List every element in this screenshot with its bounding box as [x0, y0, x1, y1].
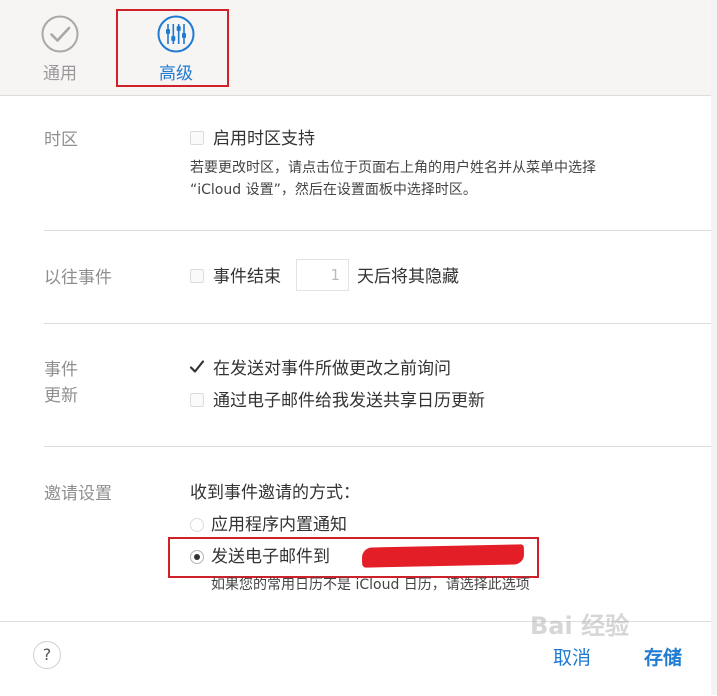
- section-divider: [44, 446, 711, 447]
- email-option-highlight-annotation: [168, 537, 539, 578]
- preferences-toolbar: 通用 高级: [0, 0, 711, 96]
- timezone-hint-line1: 若要更改时区，请点击位于页面右上角的用户姓名并从菜单中选择: [190, 160, 596, 176]
- in-app-notification-label: 应用程序内置通知: [211, 515, 347, 535]
- checkmark-icon: [41, 15, 79, 53]
- invitations-section-label: 邀请设置: [44, 484, 112, 504]
- email-shared-updates-checkbox[interactable]: [190, 393, 204, 407]
- baidu-watermark: Bai 经验: [530, 612, 630, 640]
- invitations-heading: 收到事件邀请的方式：: [190, 483, 360, 503]
- help-button[interactable]: ?: [33, 641, 61, 669]
- timezone-hint-line2: “iCloud 设置”，然后在设置面板中选择时区。: [190, 182, 477, 198]
- hide-past-events-label-after: 天后将其隐藏: [357, 267, 459, 287]
- section-divider: [44, 323, 711, 324]
- ask-before-sending-label: 在发送对事件所做更改之前询问: [213, 359, 451, 379]
- hide-past-events-checkbox[interactable]: [190, 269, 204, 283]
- tab-general-label: 通用: [43, 64, 77, 84]
- email-invitation-hint: 如果您的常用日历不是 iCloud 日历，请选择此选项: [211, 577, 530, 593]
- in-app-notification-radio[interactable]: [190, 518, 204, 532]
- ask-before-sending-checkbox[interactable]: [189, 360, 205, 375]
- background-strip: [711, 0, 717, 695]
- timezone-section-label: 时区: [44, 130, 78, 150]
- tab-general[interactable]: 通用: [36, 14, 84, 84]
- hide-past-events-label-before: 事件结束: [213, 267, 281, 287]
- hide-days-input[interactable]: 1: [296, 259, 349, 291]
- event-updates-section-label-line2: 更新: [44, 386, 78, 406]
- email-shared-updates-label: 通过电子邮件给我发送共享日历更新: [213, 391, 485, 411]
- section-divider: [44, 230, 711, 231]
- tab-highlight-annotation: [116, 9, 229, 87]
- timezone-support-label: 启用时区支持: [213, 129, 315, 149]
- preferences-window: 通用 高级 时区 启用时区支持 若要更改时区，请点击位于页面右上角的用户姓名并从…: [0, 0, 712, 696]
- past-events-section-label: 以往事件: [44, 268, 112, 288]
- checkmark-icon: [189, 360, 205, 373]
- timezone-support-checkbox[interactable]: [190, 131, 204, 145]
- save-button[interactable]: 存储: [644, 643, 682, 670]
- event-updates-section-label-line1: 事件: [44, 360, 78, 380]
- cancel-button[interactable]: 取消: [553, 643, 591, 670]
